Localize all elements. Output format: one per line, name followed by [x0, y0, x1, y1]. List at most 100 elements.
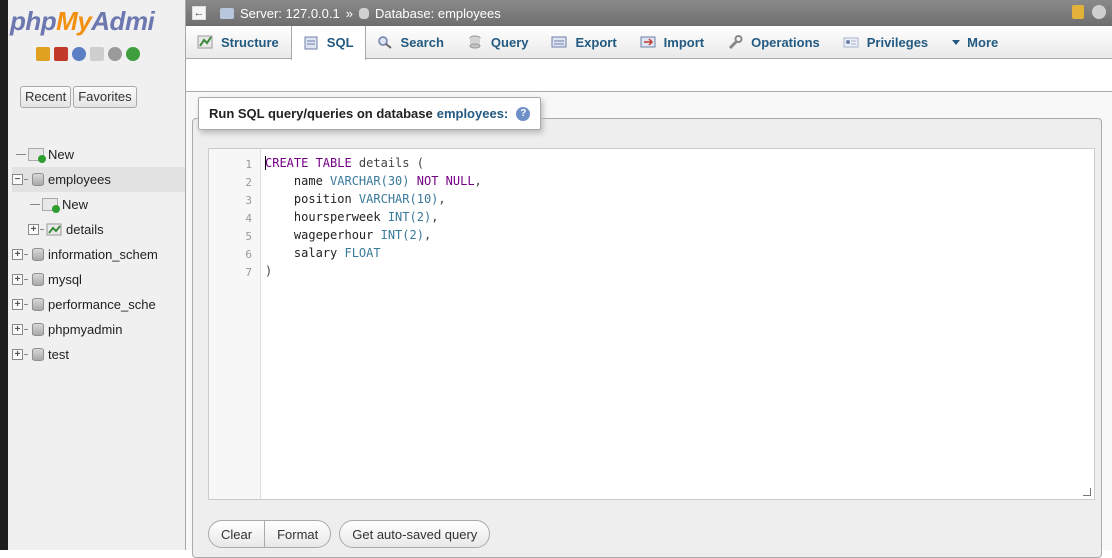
sql-docs-icon[interactable] — [90, 47, 104, 61]
query-icon — [467, 35, 483, 49]
tree-item-new-table[interactable]: New — [12, 192, 185, 217]
tab-label: Structure — [221, 34, 279, 50]
tree-item-test[interactable]: + test — [12, 342, 185, 367]
tree-connector — [24, 354, 28, 355]
tab-query[interactable]: Query — [456, 26, 541, 59]
lock-icon[interactable] — [1072, 5, 1084, 19]
docs-icon[interactable] — [72, 47, 86, 61]
table-icon — [46, 223, 62, 236]
sql-keyword: CREATE TABLE — [265, 156, 352, 170]
database-icon — [358, 7, 369, 19]
tab-more[interactable]: More — [940, 26, 1010, 59]
tree-item-label: details — [66, 222, 104, 237]
legend-database-link[interactable]: employees: — [437, 106, 509, 121]
tab-structure[interactable]: Structure — [186, 26, 291, 59]
sql-query-legend: Run SQL query/queries on database employ… — [198, 97, 542, 130]
sql-query-editor[interactable]: 1 2 3 4 5 6 7 CREATE TABLE details ( nam… — [208, 148, 1095, 500]
line-number: 5 — [245, 230, 252, 243]
main-content: Run SQL query/queries on database employ… — [186, 92, 1112, 558]
breadcrumb-database[interactable]: Database: employees — [375, 6, 501, 21]
tab-label: More — [967, 34, 999, 50]
tab-label: Query — [490, 34, 529, 50]
resize-grip-icon[interactable] — [1083, 488, 1091, 496]
code-line: wageperhour INT(2), — [265, 227, 431, 244]
tree-item-phpmyadmin[interactable]: + phpmyadmin — [12, 317, 185, 342]
line-number: 1 — [245, 158, 252, 171]
tab-search[interactable]: Search — [366, 26, 456, 59]
sql-punct: , — [423, 228, 432, 242]
tree-item-label: test — [48, 347, 69, 362]
tree-item-performance-schema[interactable]: + performance_sche — [12, 292, 185, 317]
breadcrumb-server[interactable]: Server: 127.0.0.1 — [240, 6, 340, 21]
tree-item-label: New — [48, 147, 75, 162]
tree-item-label: New — [62, 197, 89, 212]
navigation-panel: phpMyAdmi Recent Favorites New − employe… — [0, 0, 186, 550]
tree-item-new-database[interactable]: New — [12, 142, 185, 167]
tree-item-information-schema[interactable]: + information_schem — [12, 242, 185, 267]
sql-type: FLOAT — [344, 246, 381, 260]
settings-icon[interactable] — [108, 47, 122, 61]
tree-item-label: performance_sche — [48, 297, 156, 312]
expand-icon[interactable]: + — [12, 299, 23, 310]
tree-connector — [16, 154, 26, 155]
window-edge — [0, 0, 8, 550]
search-icon — [377, 35, 393, 49]
code-line: position VARCHAR(10), — [265, 191, 446, 208]
new-icon — [28, 148, 46, 163]
sql-text: details ( — [351, 156, 424, 170]
sql-column-name: wageperhour — [265, 228, 381, 242]
expand-icon[interactable]: + — [28, 224, 39, 235]
tab-export[interactable]: Export — [540, 26, 628, 59]
tab-sql[interactable]: SQL — [290, 25, 366, 60]
recent-button[interactable]: Recent — [20, 86, 72, 108]
sql-punct: , — [474, 174, 482, 188]
get-auto-saved-query-button[interactable]: Get auto-saved query — [339, 520, 491, 548]
tree-connector — [24, 279, 28, 280]
logout-icon[interactable] — [54, 47, 68, 61]
tab-privileges[interactable]: Privileges — [832, 26, 940, 59]
tab-operations[interactable]: Operations — [716, 26, 832, 59]
home-icon[interactable] — [36, 47, 50, 61]
tree-item-employees[interactable]: − employees — [12, 167, 185, 192]
server-breadcrumb-bar: ← Server: 127.0.0.1 » Database: employee… — [186, 0, 1112, 26]
sql-keyword: NOT NULL — [409, 174, 475, 188]
tree-item-mysql[interactable]: + mysql — [12, 267, 185, 292]
tree-connector — [24, 179, 28, 180]
collapse-icon[interactable]: − — [12, 174, 23, 185]
logo-text-php: php — [10, 6, 57, 36]
sql-type: VARCHAR(30) — [330, 174, 410, 188]
reload-icon[interactable] — [126, 47, 140, 61]
export-icon — [551, 35, 567, 49]
structure-icon — [197, 35, 213, 49]
sql-column-name: position — [265, 192, 359, 206]
phpmyadmin-logo[interactable]: phpMyAdmi — [10, 4, 185, 40]
expand-icon[interactable]: + — [12, 324, 23, 335]
tab-import[interactable]: Import — [629, 26, 716, 59]
tree-connector — [30, 204, 40, 205]
line-number: 2 — [245, 176, 252, 189]
sql-column-name: hoursperweek — [265, 210, 388, 224]
tree-item-label: mysql — [48, 272, 82, 287]
expand-icon[interactable]: + — [12, 349, 23, 360]
tab-label: Export — [575, 34, 617, 50]
code-line: salary FLOAT — [265, 245, 381, 262]
clear-format-group: Clear Format — [208, 520, 332, 548]
code-line: ) — [265, 263, 272, 280]
tree-connector — [40, 229, 44, 230]
collapse-nav-button[interactable]: ← — [192, 6, 206, 20]
favorites-button[interactable]: Favorites — [73, 86, 137, 108]
help-icon[interactable]: ? — [516, 106, 531, 121]
line-number-gutter: 1 2 3 4 5 6 7 — [209, 149, 261, 499]
clear-button[interactable]: Clear — [208, 520, 266, 548]
expand-icon[interactable]: + — [12, 274, 23, 285]
tree-item-details[interactable]: + details — [12, 217, 185, 242]
import-icon — [640, 35, 656, 49]
gear-icon[interactable] — [1092, 5, 1106, 19]
format-button[interactable]: Format — [265, 520, 332, 548]
tree-item-label: employees — [48, 172, 111, 187]
expand-icon[interactable]: + — [12, 249, 23, 260]
nav-icon-bar — [36, 47, 140, 61]
sql-column-name: name — [265, 174, 331, 188]
tab-label: Search — [400, 34, 444, 50]
sql-punct: , — [438, 192, 446, 206]
